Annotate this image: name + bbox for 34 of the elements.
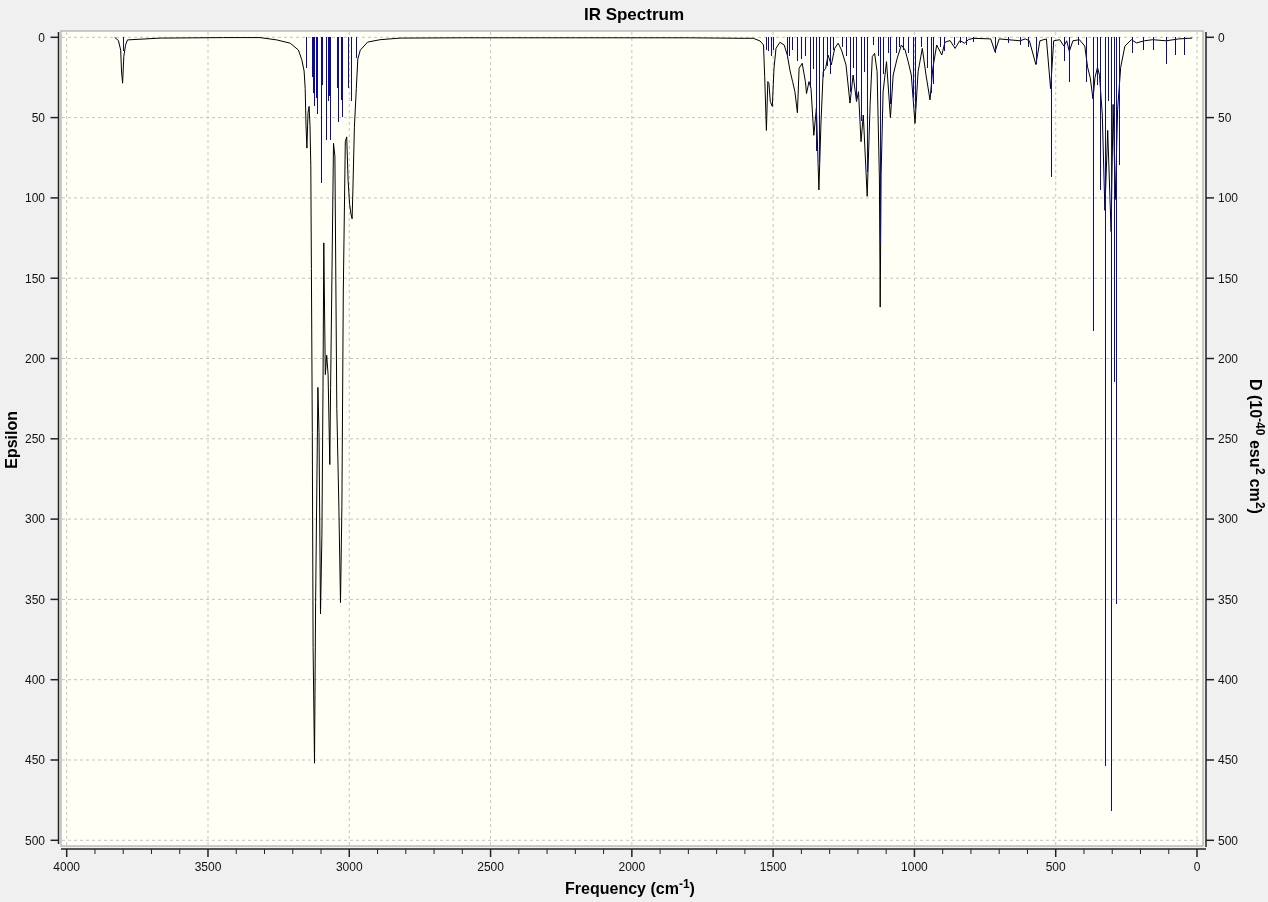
secondary-y-tick-label: 0 — [1218, 30, 1225, 45]
chart-title: IR Spectrum — [583, 5, 685, 23]
x-tick-label: 3000 — [335, 860, 363, 874]
secondary-y-tick-label: 350 — [1218, 592, 1239, 607]
x-tick-label: 1000 — [901, 860, 928, 874]
x-tick-label: 4000 — [53, 860, 81, 874]
secondary-y-tick-label: 450 — [1218, 753, 1239, 768]
secondary-y-tick-label: 400 — [1218, 673, 1239, 687]
secondary-y-tick-label: 200 — [1218, 351, 1239, 366]
y-tick-label: 200 — [24, 351, 45, 366]
secondary-y-tick-label: 150 — [1218, 271, 1239, 286]
secondary-y-tick-label: 100 — [1218, 191, 1239, 206]
x-tick-label: 0 — [1193, 860, 1201, 874]
x-tick-label: 3500 — [194, 860, 222, 874]
secondary-y-tick-label: 250 — [1218, 432, 1239, 447]
secondary-y-tick-label: 500 — [1218, 833, 1239, 848]
y-tick-label: 250 — [24, 432, 45, 447]
secondary-y-tick-label: 50 — [1218, 110, 1232, 125]
y-axis-title: Epsilon — [4, 410, 20, 469]
x-tick-label: 1500 — [759, 860, 787, 874]
x-tick-label: 2000 — [618, 860, 646, 874]
y-tick-label: 450 — [24, 753, 45, 768]
y-tick-label: 150 — [24, 271, 45, 286]
y-tick-label: 0 — [38, 30, 45, 45]
x-axis-title: Frequency (cm$^{-1}$) — [565, 880, 695, 897]
x-tick-label: 2500 — [477, 860, 504, 874]
y-tick-label: 500 — [24, 833, 45, 848]
x-tick-label: 500 — [1045, 860, 1066, 874]
y-tick-label: 300 — [24, 512, 45, 527]
y-tick-label: 100 — [24, 191, 45, 206]
y-tick-label: 400 — [24, 673, 45, 687]
secondary-y-tick-label: 300 — [1218, 512, 1239, 527]
y-tick-label: 50 — [31, 110, 45, 125]
y-tick-label: 350 — [24, 592, 45, 607]
